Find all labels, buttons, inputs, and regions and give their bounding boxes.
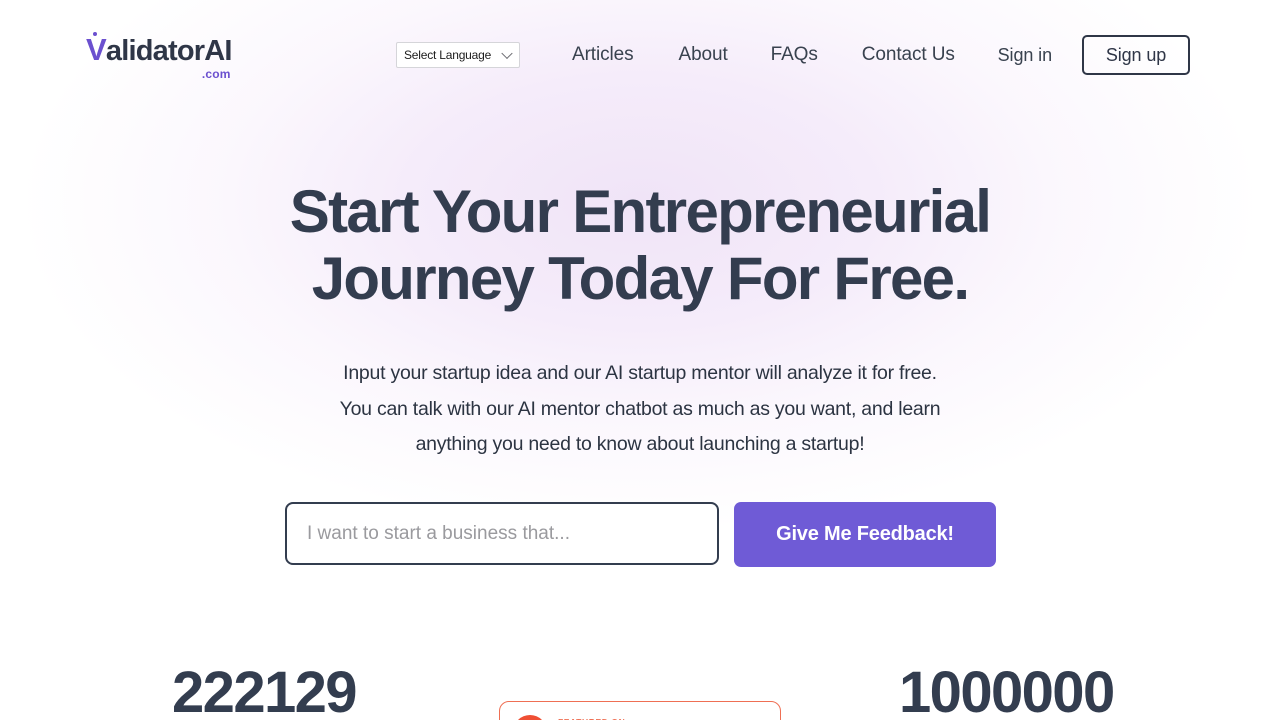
logo-wordmark-text: alidatorAI <box>105 35 233 67</box>
site-header: ValidatorAI .com Select Language Article… <box>0 0 1280 110</box>
product-hunt-icon <box>513 714 547 720</box>
sign-up-button[interactable]: Sign up <box>1082 35 1190 75</box>
product-hunt-badge[interactable]: FEATURED ON Product Hunt 246 <box>499 701 781 720</box>
startup-idea-input[interactable] <box>285 502 719 565</box>
stat-left-value: 222129 <box>172 660 358 720</box>
subhead-line-2: You can talk with our AI mentor chatbot … <box>339 397 941 420</box>
nav-link-faqs[interactable]: FAQs <box>771 44 818 66</box>
logo-v-mark: V <box>86 32 107 67</box>
chevron-down-icon <box>501 47 513 60</box>
stat-right-value: 1000000 <box>899 660 1115 720</box>
logo-domain: .com <box>201 67 231 81</box>
language-select-label: Select Language <box>404 48 492 62</box>
headline-line-1: Start Your Entrepreneurial <box>289 178 992 245</box>
language-select[interactable]: Select Language <box>396 42 520 68</box>
landing-page: ValidatorAI .com Select Language Article… <box>0 0 1280 720</box>
subhead-line-3: anything you need to know about launchin… <box>415 433 865 455</box>
headline-line-2: Journey Today For Free. <box>311 245 970 313</box>
hero-subheading: Input your startup idea and our AI start… <box>0 356 1280 463</box>
logo[interactable]: ValidatorAI .com <box>86 32 233 81</box>
subhead-line-1: Input your startup idea and our AI start… <box>343 362 937 384</box>
logo-wordmark: ValidatorAI <box>86 32 233 67</box>
give-me-feedback-button[interactable]: Give Me Feedback! <box>734 502 996 567</box>
nav-link-contact-us[interactable]: Contact Us <box>862 44 955 66</box>
sign-in-link[interactable]: Sign in <box>998 45 1052 66</box>
nav-link-about[interactable]: About <box>679 44 728 66</box>
main-navigation: Select Language Articles About FAQs Cont… <box>396 42 955 68</box>
page-title: Start Your Entrepreneurial Journey Today… <box>0 178 1280 312</box>
nav-link-articles[interactable]: Articles <box>572 44 634 66</box>
idea-form: Give Me Feedback! <box>285 502 996 567</box>
auth-actions: Sign in Sign up <box>998 35 1190 75</box>
